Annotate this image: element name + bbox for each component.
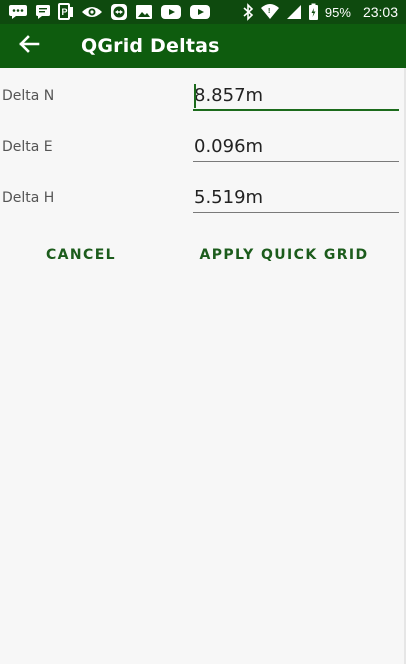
- wifi-icon: !: [260, 3, 280, 21]
- delta-e-label: Delta E: [2, 139, 53, 155]
- teamviewer-icon: [110, 3, 128, 21]
- battery-icon: [308, 3, 319, 21]
- image-icon: [135, 4, 153, 20]
- status-bar: P ! 95% 23:03: [0, 0, 406, 24]
- screen: P ! 95% 23:03 QGrid Deltas Delta N 8.857…: [0, 0, 406, 664]
- delta-h-input[interactable]: [193, 183, 399, 213]
- eye-icon: [81, 4, 103, 20]
- delta-n-label: Delta N: [2, 88, 55, 104]
- bluetooth-icon: [242, 3, 254, 21]
- page-title: QGrid Deltas: [81, 35, 220, 57]
- delta-e-row: Delta E: [0, 131, 406, 181]
- battery-percent: 95%: [324, 4, 351, 20]
- youtube-icon: [189, 4, 211, 20]
- youtube-icon: [160, 4, 182, 20]
- text-cursor: [194, 84, 196, 108]
- svg-text:P: P: [62, 7, 68, 17]
- svg-text:!: !: [268, 8, 270, 15]
- delta-n-row: Delta N: [0, 80, 406, 130]
- system-icons: ! 95% 23:03: [242, 2, 398, 22]
- app-bar: QGrid Deltas: [0, 24, 406, 68]
- chat-bubble-icon: [8, 4, 28, 20]
- apply-quick-grid-button[interactable]: APPLY QUICK GRID: [198, 240, 370, 270]
- notification-icons: P: [8, 2, 211, 22]
- back-button[interactable]: [14, 32, 44, 60]
- delta-e-input[interactable]: [193, 132, 399, 162]
- clock: 23:03: [362, 4, 398, 20]
- delta-h-label: Delta H: [2, 190, 55, 206]
- delta-n-input[interactable]: [193, 81, 399, 111]
- arrow-left-icon: [18, 34, 40, 59]
- cancel-button[interactable]: CANCEL: [40, 240, 122, 270]
- parking-icon: P: [58, 3, 74, 21]
- delta-h-row: Delta H: [0, 182, 406, 232]
- message-icon: [35, 4, 51, 20]
- signal-icon: [286, 4, 302, 20]
